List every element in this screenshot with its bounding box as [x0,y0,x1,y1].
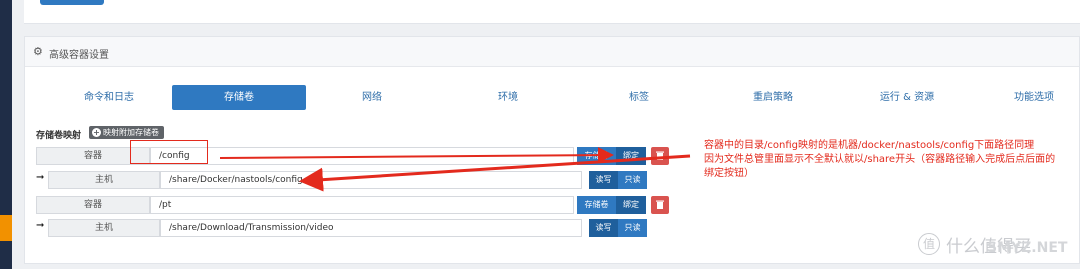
annotation-line-1: 容器中的目录/config映射的是机器/docker/nastools/conf… [704,140,1035,151]
annotation-line-3: 绑定按钮） [704,168,754,179]
arrow-to-bind [219,147,614,164]
annotation-line-2: 因为文件总管里面显示不全默认就以/share开头（容器路径输入完成后点后面的 [704,154,1056,165]
watermark-site: SMYZ.NET [987,240,1068,256]
annotation-arrows [219,147,691,192]
watermark-logo: 值 [918,233,940,255]
arrow-to-host-path [299,154,691,192]
annotation-text: 容器中的目录/config映射的是机器/docker/nastools/conf… [704,139,1074,181]
